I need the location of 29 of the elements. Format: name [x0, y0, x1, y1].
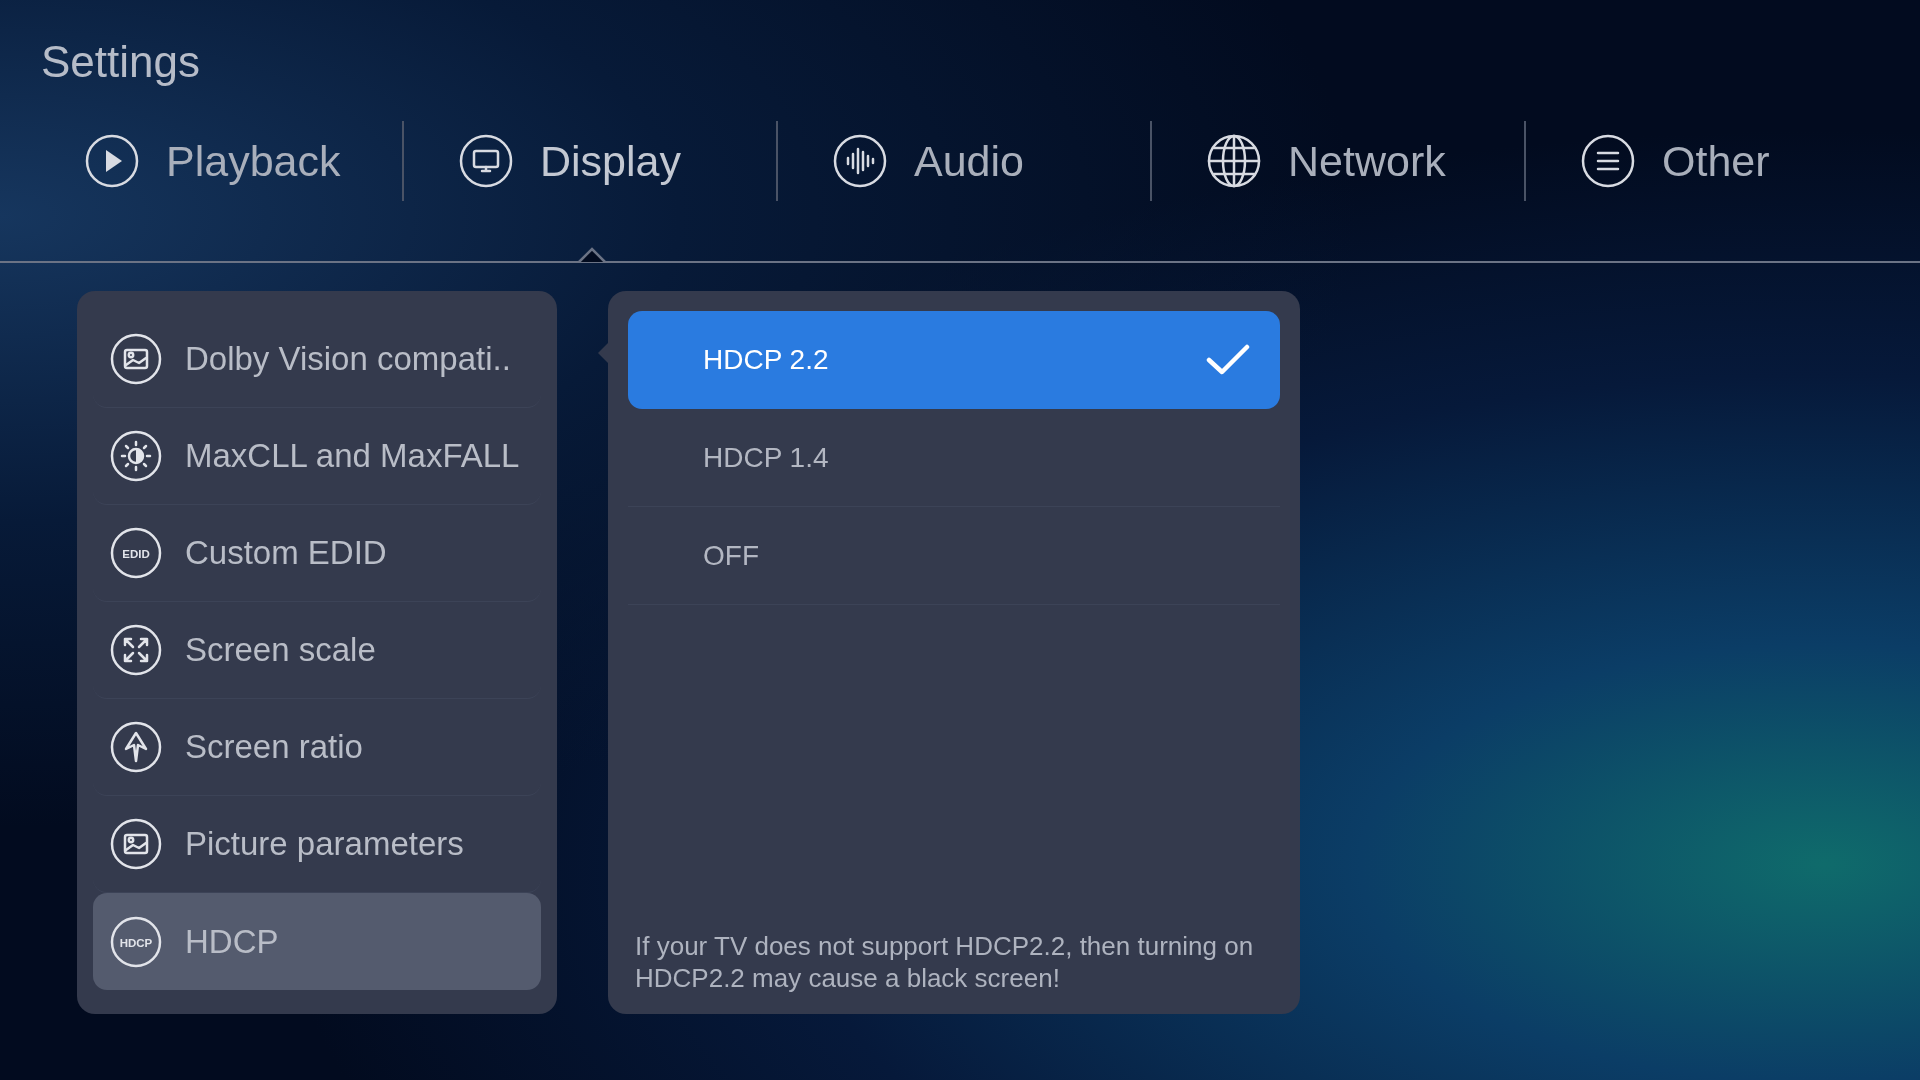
- text-badge-icon: HDCP: [110, 915, 162, 968]
- tab[interactable]: Display: [404, 121, 776, 201]
- monitor-icon: [458, 133, 514, 189]
- expand-arrows-icon: [110, 624, 162, 676]
- option-item[interactable]: HDCP 2.2: [628, 311, 1280, 409]
- menu-item[interactable]: Screen ratio: [93, 699, 541, 796]
- warning-note: If your TV does not support HDCP2.2, then turning on HDCP2.2 may cause a black screen!: [634, 930, 1255, 995]
- menu-item[interactable]: HDCP HDCP: [93, 893, 541, 990]
- menu-item[interactable]: Screen scale: [93, 602, 541, 699]
- menu-item[interactable]: Dolby Vision compati..: [93, 311, 541, 408]
- page-title: Settings: [40, 36, 201, 88]
- sound-wave-icon: [832, 133, 888, 189]
- tab[interactable]: Playback: [30, 121, 402, 201]
- globe-icon: [1206, 133, 1262, 189]
- menu-icon: [1580, 133, 1636, 189]
- option-item[interactable]: OFF: [628, 507, 1280, 605]
- arrow-up-icon: [110, 721, 162, 773]
- tab[interactable]: Audio: [778, 121, 1150, 201]
- tab[interactable]: Network: [1152, 121, 1524, 201]
- text-badge-icon: EDID: [110, 527, 162, 579]
- brightness-icon: [110, 430, 162, 482]
- picture-icon: [110, 333, 162, 385]
- picture-icon: [110, 818, 162, 870]
- option-item[interactable]: HDCP 1.4: [628, 409, 1280, 507]
- tab[interactable]: Other: [1526, 121, 1898, 201]
- menu-item[interactable]: MaxCLL and MaxFALL: [93, 408, 541, 505]
- play-icon: [84, 133, 140, 189]
- checkmark-icon: [1206, 344, 1250, 376]
- menu-item[interactable]: EDID Custom EDID: [93, 505, 541, 602]
